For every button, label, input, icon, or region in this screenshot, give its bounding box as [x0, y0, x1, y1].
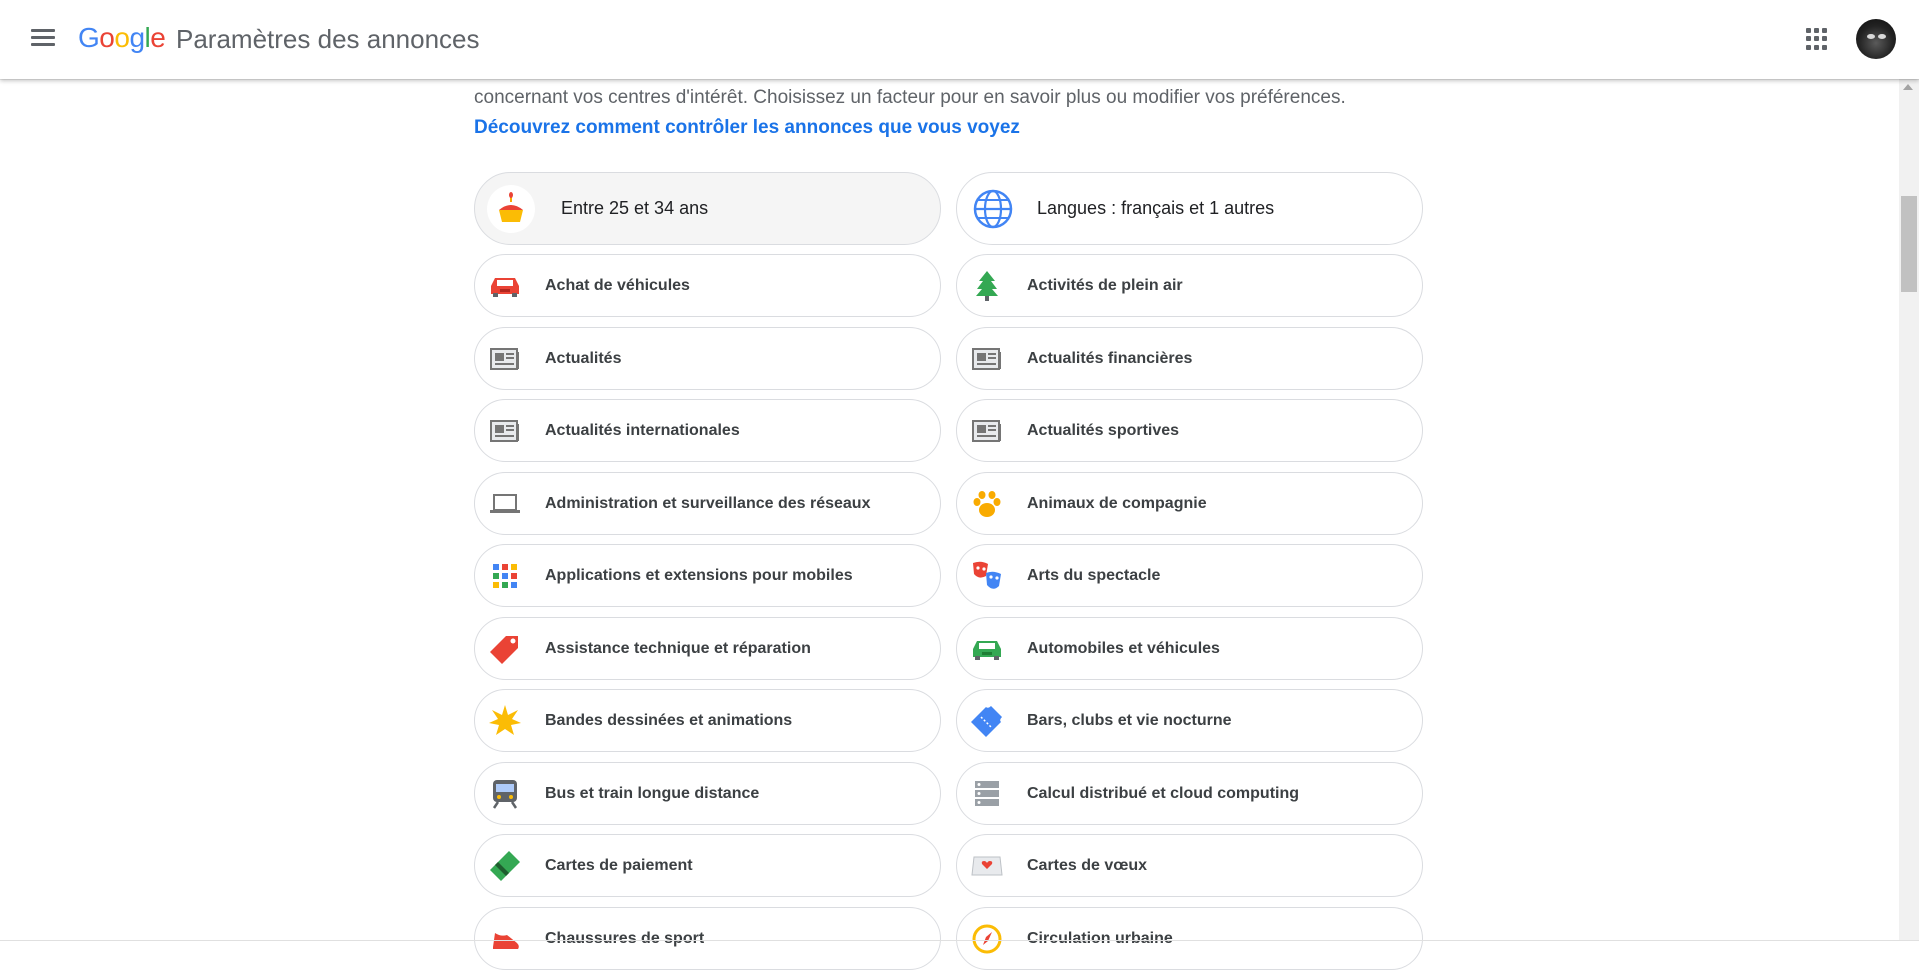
- account-avatar[interactable]: [1856, 19, 1896, 59]
- factor-chip[interactable]: Chaussures de sport: [474, 907, 941, 970]
- car-icon: [489, 270, 521, 302]
- factor-chip[interactable]: Bandes dessinées et animations: [474, 689, 941, 752]
- factor-chip[interactable]: Applications et extensions pour mobiles: [474, 544, 941, 607]
- star-burst-icon: [489, 704, 521, 737]
- factor-label: Actualités sportives: [1027, 421, 1180, 439]
- main-menu-button[interactable]: [30, 26, 56, 52]
- factor-chip[interactable]: Cartes de vœux: [956, 834, 1423, 897]
- factor-label: Bandes dessinées et animations: [545, 711, 793, 729]
- credit-card-icon: [489, 850, 521, 882]
- factor-label: Entre 25 et 34 ans: [561, 198, 709, 218]
- factor-chip[interactable]: Activités de plein air: [956, 254, 1423, 317]
- page-title: Paramètres des annonces: [176, 24, 480, 54]
- factor-chip-languages[interactable]: Langues : français et 1 autres: [956, 172, 1423, 245]
- hamburger-icon: [31, 29, 55, 32]
- cupcake-icon: [487, 184, 535, 233]
- factor-chip[interactable]: Arts du spectacle: [956, 544, 1423, 607]
- paw-icon: [971, 488, 1003, 520]
- factor-chip[interactable]: Actualités: [474, 327, 941, 390]
- factor-label: Applications et extensions pour mobiles: [545, 566, 853, 584]
- factor-chip[interactable]: Cartes de paiement: [474, 834, 941, 897]
- factor-chip[interactable]: Bars, clubs et vie nocturne: [956, 689, 1423, 752]
- newspaper-icon: [489, 343, 521, 375]
- factor-label: Actualités financières: [1027, 349, 1193, 367]
- greeting-card-icon: [971, 850, 1003, 882]
- factor-label: Animaux de compagnie: [1027, 494, 1207, 512]
- google-logo[interactable]: Google: [78, 22, 166, 54]
- factor-label: Administration et surveillance des résea…: [545, 494, 871, 512]
- tree-icon: [971, 270, 1003, 302]
- learn-more-link[interactable]: Découvrez comment contrôler les annonces…: [474, 113, 1424, 143]
- factor-chip[interactable]: Administration et surveillance des résea…: [474, 472, 941, 535]
- tag-icon: [489, 633, 521, 665]
- factor-chip[interactable]: Actualités sportives: [956, 399, 1423, 462]
- laptop-icon: [489, 488, 521, 520]
- factor-label: Cartes de paiement: [545, 856, 693, 874]
- newspaper-icon: [971, 343, 1003, 375]
- factor-label: Bus et train longue distance: [545, 784, 760, 802]
- factor-chip[interactable]: Automobiles et véhicules: [956, 617, 1423, 680]
- factor-label: Langues : français et 1 autres: [1037, 198, 1275, 218]
- factor-chip[interactable]: Calcul distribué et cloud computing: [956, 762, 1423, 825]
- newspaper-icon: [489, 415, 521, 447]
- hamburger-icon-line: [31, 43, 55, 46]
- train-icon: [489, 778, 521, 810]
- hamburger-icon-line: [31, 36, 55, 39]
- compass-icon: [971, 923, 1003, 955]
- factor-label: Automobiles et véhicules: [1027, 639, 1220, 657]
- apps-grid-icon: [1806, 28, 1811, 33]
- factor-label: Calcul distribué et cloud computing: [1027, 784, 1300, 802]
- intro-text: concernant vos centres d'intérêt. Choisi…: [474, 87, 1346, 108]
- google-apps-button[interactable]: [1806, 28, 1828, 50]
- factor-chip[interactable]: Achat de véhicules: [474, 254, 941, 317]
- factor-chip[interactable]: Actualités internationales: [474, 399, 941, 462]
- shoe-icon: [489, 923, 521, 955]
- factor-chip[interactable]: Animaux de compagnie: [956, 472, 1423, 535]
- factor-chip-age[interactable]: Entre 25 et 34 ans: [474, 172, 941, 245]
- factor-label: Chaussures de sport: [545, 929, 705, 947]
- factor-chip[interactable]: Circulation urbaine: [956, 907, 1423, 970]
- factor-label: Actualités internationales: [545, 421, 740, 439]
- factor-chip[interactable]: Actualités financières: [956, 327, 1423, 390]
- globe-icon: [973, 189, 1013, 229]
- newspaper-icon: [971, 415, 1003, 447]
- car-icon: [971, 633, 1003, 665]
- server-icon: [971, 778, 1003, 810]
- factor-label: Achat de véhicules: [545, 276, 690, 294]
- apps-grid-icon: [489, 560, 521, 592]
- factor-label: Cartes de vœux: [1027, 856, 1148, 874]
- factor-label: Assistance technique et réparation: [545, 639, 811, 657]
- factor-label: Activités de plein air: [1027, 276, 1183, 294]
- main-content: concernant vos centres d'intérêt. Choisi…: [474, 79, 1424, 970]
- scroll-up-arrow-icon[interactable]: [1903, 84, 1913, 90]
- theater-masks-icon: [971, 560, 1003, 592]
- factor-chip[interactable]: Assistance technique et réparation: [474, 617, 941, 680]
- ticket-icon: [971, 705, 1003, 737]
- factor-label: Arts du spectacle: [1027, 566, 1161, 584]
- factor-label: Actualités: [545, 349, 622, 367]
- factor-chip[interactable]: Bus et train longue distance: [474, 762, 941, 825]
- factor-label: Circulation urbaine: [1027, 929, 1173, 947]
- top-app-bar: Google Paramètres des annonces: [0, 0, 1919, 79]
- factor-label: Bars, clubs et vie nocturne: [1027, 711, 1232, 729]
- scrollbar-thumb[interactable]: [1901, 196, 1917, 292]
